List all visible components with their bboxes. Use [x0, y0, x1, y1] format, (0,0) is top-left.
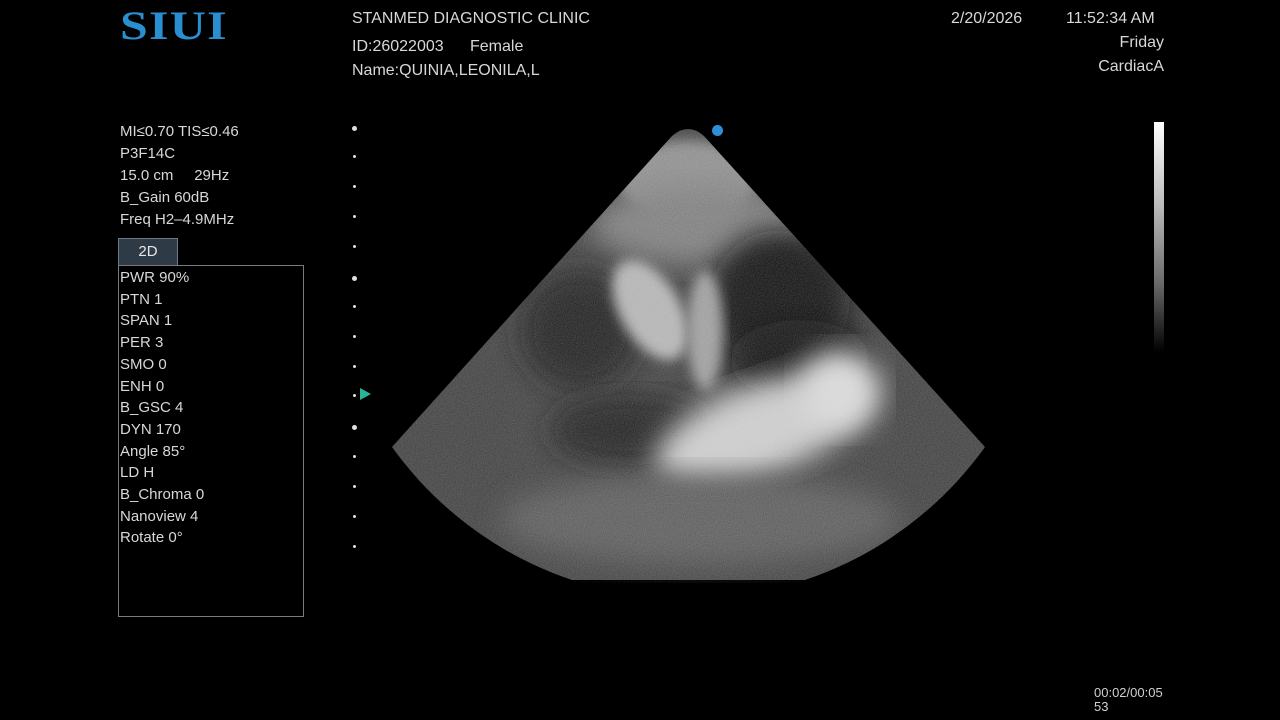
depth-tick — [353, 394, 356, 397]
depth-tick — [352, 425, 357, 430]
depth-tick — [353, 215, 356, 218]
depth-tick — [352, 126, 357, 131]
depth-tick — [353, 485, 356, 488]
depth-tick — [353, 305, 356, 308]
focus-position-icon[interactable] — [360, 388, 371, 400]
depth-tick — [353, 515, 356, 518]
depth-tick — [353, 365, 356, 368]
ultrasound-image[interactable] — [0, 0, 1280, 720]
depth-tick — [352, 276, 357, 281]
cine-frame-readout: 00:02/00:05 — [1094, 685, 1163, 700]
orientation-marker-icon — [712, 125, 723, 136]
grayscale-bar — [1154, 122, 1164, 352]
cine-counter: 00:02/00:05 53 — [1094, 686, 1163, 714]
sector-scan — [392, 129, 985, 580]
cine-frame-readout-cont: 53 — [1094, 699, 1109, 714]
depth-tick — [353, 185, 356, 188]
depth-tick — [353, 545, 356, 548]
depth-tick — [353, 335, 356, 338]
depth-tick — [353, 245, 356, 248]
depth-tick — [353, 155, 356, 158]
depth-tick — [353, 455, 356, 458]
